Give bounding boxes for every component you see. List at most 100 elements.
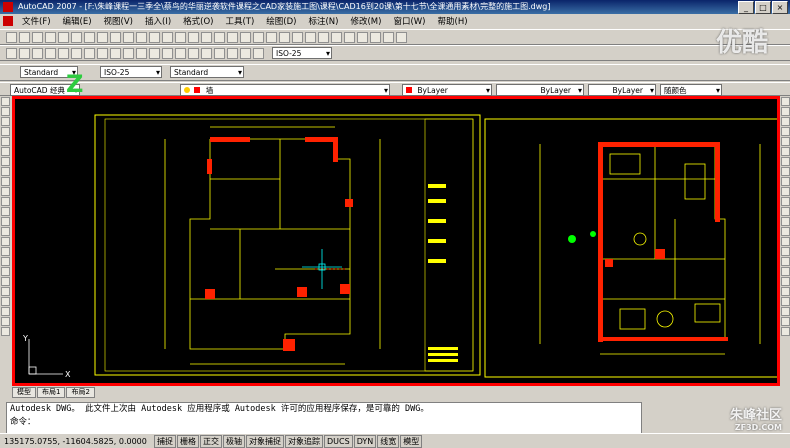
close-button[interactable]: × [772, 1, 788, 14]
tb2-tool-button[interactable] [58, 48, 69, 59]
ducs-toggle[interactable]: DUCS [324, 434, 353, 448]
tb2-tool-button[interactable] [136, 48, 147, 59]
sideL-tool-button[interactable] [1, 287, 10, 296]
menu-tools[interactable]: 工具(T) [219, 15, 260, 27]
sideL-tool-button[interactable] [1, 317, 10, 326]
tb2-tool-button[interactable] [188, 48, 199, 59]
sideL-tool-button[interactable] [1, 247, 10, 256]
sideL-tool-button[interactable] [1, 147, 10, 156]
tb1-tool-button[interactable] [253, 32, 264, 43]
tb1-tool-button[interactable] [331, 32, 342, 43]
sideR-tool-button[interactable] [781, 297, 790, 306]
sideR-tool-button[interactable] [781, 97, 790, 106]
snap-toggle[interactable]: 捕捉 [154, 434, 176, 448]
sideR-tool-button[interactable] [781, 227, 790, 236]
tb1-tool-button[interactable] [123, 32, 134, 43]
plotstyle-combo[interactable]: 随颜色 [660, 84, 722, 96]
tab-layout1[interactable]: 布局1 [37, 386, 66, 398]
menu-dimension[interactable]: 标注(N) [302, 15, 344, 27]
sideL-tool-button[interactable] [1, 297, 10, 306]
grid-toggle[interactable]: 栅格 [177, 434, 199, 448]
tb2-tool-button[interactable] [201, 48, 212, 59]
tb1-tool-button[interactable] [266, 32, 277, 43]
sideR-tool-button[interactable] [781, 187, 790, 196]
tb2-tool-button[interactable] [227, 48, 238, 59]
dyn-toggle[interactable]: DYN [353, 434, 377, 448]
sideL-tool-button[interactable] [1, 237, 10, 246]
dim-style-combo[interactable]: ISO-25 [272, 47, 332, 59]
document-icon[interactable] [3, 16, 13, 26]
tb1-tool-button[interactable] [227, 32, 238, 43]
sideR-tool-button[interactable] [781, 317, 790, 326]
tb1-tool-button[interactable] [6, 32, 17, 43]
lineweight-toggle[interactable]: 线宽 [377, 434, 400, 448]
sideR-tool-button[interactable] [781, 237, 790, 246]
sideL-tool-button[interactable] [1, 107, 10, 116]
sideR-tool-button[interactable] [781, 157, 790, 166]
tb1-tool-button[interactable] [396, 32, 407, 43]
sideL-tool-button[interactable] [1, 97, 10, 106]
tb1-tool-button[interactable] [318, 32, 329, 43]
sideL-tool-button[interactable] [1, 117, 10, 126]
sideR-tool-button[interactable] [781, 127, 790, 136]
sideR-tool-button[interactable] [781, 247, 790, 256]
tb2-tool-button[interactable] [97, 48, 108, 59]
tb1-tool-button[interactable] [305, 32, 316, 43]
sideL-tool-button[interactable] [1, 257, 10, 266]
tb1-tool-button[interactable] [201, 32, 212, 43]
tab-model[interactable]: 模型 [12, 386, 36, 398]
command-line[interactable]: Autodesk DWG。 此文件上次由 Autodesk 应用程序或 Auto… [6, 402, 642, 434]
sideL-tool-button[interactable] [1, 327, 10, 336]
tb1-tool-button[interactable] [97, 32, 108, 43]
tb1-tool-button[interactable] [149, 32, 160, 43]
sideR-tool-button[interactable] [781, 207, 790, 216]
model-toggle[interactable]: 模型 [400, 434, 423, 448]
sideR-tool-button[interactable] [781, 277, 790, 286]
menu-draw[interactable]: 绘图(D) [260, 15, 302, 27]
sideR-tool-button[interactable] [781, 287, 790, 296]
tb1-tool-button[interactable] [175, 32, 186, 43]
sideR-tool-button[interactable] [781, 257, 790, 266]
ortho-toggle[interactable]: 正交 [200, 434, 222, 448]
sideL-tool-button[interactable] [1, 217, 10, 226]
sideL-tool-button[interactable] [1, 267, 10, 276]
polar-toggle[interactable]: 极轴 [223, 434, 245, 448]
menu-help[interactable]: 帮助(H) [432, 15, 474, 27]
tb2-tool-button[interactable] [45, 48, 56, 59]
tb2-tool-button[interactable] [253, 48, 264, 59]
color-combo[interactable]: ByLayer [402, 84, 492, 96]
menu-format[interactable]: 格式(O) [177, 15, 219, 27]
tb2-tool-button[interactable] [175, 48, 186, 59]
sideL-tool-button[interactable] [1, 197, 10, 206]
sideR-tool-button[interactable] [781, 167, 790, 176]
tb2-tool-button[interactable] [240, 48, 251, 59]
sideL-tool-button[interactable] [1, 277, 10, 286]
tb2-tool-button[interactable] [110, 48, 121, 59]
tb1-tool-button[interactable] [84, 32, 95, 43]
tb2-tool-button[interactable] [162, 48, 173, 59]
sideL-tool-button[interactable] [1, 177, 10, 186]
sideR-tool-button[interactable] [781, 117, 790, 126]
menu-edit[interactable]: 编辑(E) [57, 15, 98, 27]
minimize-button[interactable]: _ [738, 1, 754, 14]
tb1-tool-button[interactable] [240, 32, 251, 43]
table-style-combo[interactable]: Standard [170, 66, 244, 78]
sideL-tool-button[interactable] [1, 137, 10, 146]
sideR-tool-button[interactable] [781, 327, 790, 336]
tb1-tool-button[interactable] [110, 32, 121, 43]
tb1-tool-button[interactable] [19, 32, 30, 43]
menu-view[interactable]: 视图(V) [98, 15, 139, 27]
tb1-tool-button[interactable] [162, 32, 173, 43]
sideL-tool-button[interactable] [1, 207, 10, 216]
sideR-tool-button[interactable] [781, 177, 790, 186]
tb1-tool-button[interactable] [214, 32, 225, 43]
tb2-tool-button[interactable] [214, 48, 225, 59]
tb1-tool-button[interactable] [71, 32, 82, 43]
otrack-toggle[interactable]: 对象追踪 [285, 434, 323, 448]
tb1-tool-button[interactable] [279, 32, 290, 43]
sideL-tool-button[interactable] [1, 307, 10, 316]
command-prompt[interactable]: 命令： [7, 416, 641, 429]
tb1-tool-button[interactable] [58, 32, 69, 43]
sideR-tool-button[interactable] [781, 217, 790, 226]
sideR-tool-button[interactable] [781, 107, 790, 116]
